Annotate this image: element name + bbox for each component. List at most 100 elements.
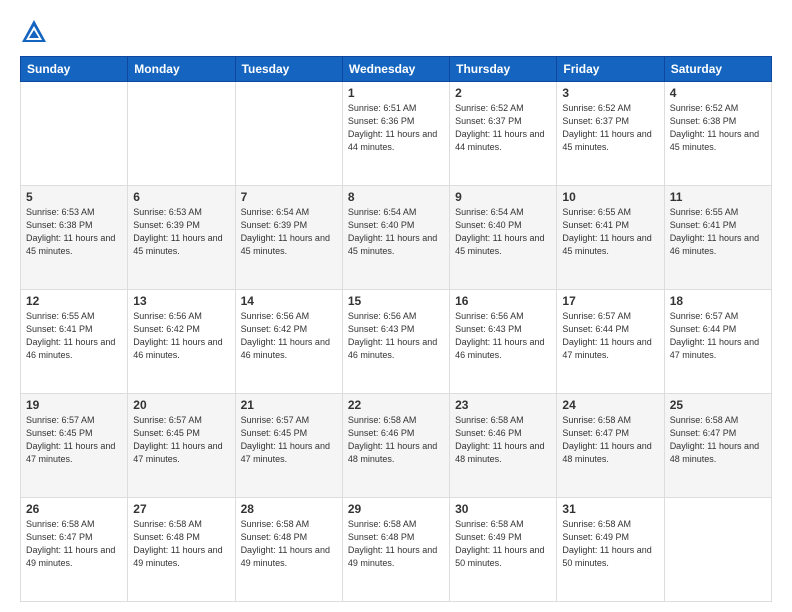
day-info: Sunrise: 6:55 AM Sunset: 6:41 PM Dayligh…	[562, 206, 658, 258]
calendar-cell: 16Sunrise: 6:56 AM Sunset: 6:43 PM Dayli…	[450, 290, 557, 394]
calendar-cell	[235, 82, 342, 186]
calendar-cell: 6 Sunrise: 6:53 AM Sunset: 6:39 PM Daylig…	[128, 186, 235, 290]
day-info: Sunrise: 6:53 AM Sunset: 6:38 PM Dayligh…	[26, 206, 122, 258]
calendar-cell: 29 Sunrise: 6:58 AM Sunset: 6:48 PM Dayli…	[342, 498, 449, 602]
calendar-cell: 15 Sunrise: 6:56 AM Sunset: 6:43 PM Dayli…	[342, 290, 449, 394]
day-number: 28	[241, 502, 337, 516]
weekday-header-sunday: Sunday	[21, 57, 128, 82]
calendar-cell: 8 Sunrise: 6:54 AM Sunset: 6:40 PM Daylig…	[342, 186, 449, 290]
day-number: 6	[133, 190, 229, 204]
week-row-4: 19 Sunrise: 6:57 AM Sunset: 6:45 PM Dayli…	[21, 394, 772, 498]
day-info: Sunrise: 6:58 AM Sunset: 6:49 PM Dayligh…	[562, 518, 658, 570]
day-info: Sunrise: 6:55 AM Sunset: 6:41 PM Dayligh…	[670, 206, 766, 258]
day-info: Sunrise: 6:57 AM Sunset: 6:45 PM Dayligh…	[133, 414, 229, 466]
calendar-cell: 11 Sunrise: 6:55 AM Sunset: 6:41 PM Dayli…	[664, 186, 771, 290]
day-info: Sunrise: 6:54 AM Sunset: 6:40 PM Dayligh…	[348, 206, 444, 258]
day-info: Sunrise: 6:58 AM Sunset: 6:49 PM Dayligh…	[455, 518, 551, 570]
day-info: Sunrise: 6:56 AM Sunset: 6:42 PM Dayligh…	[241, 310, 337, 362]
day-info: Sunrise: 6:52 AM Sunset: 6:37 PM Dayligh…	[562, 102, 658, 154]
day-info: Sunrise: 6:54 AM Sunset: 6:40 PM Dayligh…	[455, 206, 551, 258]
day-number: 2	[455, 86, 551, 100]
week-row-5: 26 Sunrise: 6:58 AM Sunset: 6:47 PM Dayli…	[21, 498, 772, 602]
day-info: Sunrise: 6:58 AM Sunset: 6:48 PM Dayligh…	[348, 518, 444, 570]
week-row-3: 12Sunrise: 6:55 AM Sunset: 6:41 PM Dayli…	[21, 290, 772, 394]
calendar-cell: 21Sunrise: 6:57 AM Sunset: 6:45 PM Dayli…	[235, 394, 342, 498]
calendar-cell: 17 Sunrise: 6:57 AM Sunset: 6:44 PM Dayli…	[557, 290, 664, 394]
weekday-header-thursday: Thursday	[450, 57, 557, 82]
day-number: 29	[348, 502, 444, 516]
day-info: Sunrise: 6:58 AM Sunset: 6:48 PM Dayligh…	[241, 518, 337, 570]
day-info: Sunrise: 6:57 AM Sunset: 6:44 PM Dayligh…	[562, 310, 658, 362]
calendar-cell: 20 Sunrise: 6:57 AM Sunset: 6:45 PM Dayli…	[128, 394, 235, 498]
calendar-cell: 28 Sunrise: 6:58 AM Sunset: 6:48 PM Dayli…	[235, 498, 342, 602]
day-info: Sunrise: 6:58 AM Sunset: 6:47 PM Dayligh…	[670, 414, 766, 466]
calendar-cell: 12Sunrise: 6:55 AM Sunset: 6:41 PM Dayli…	[21, 290, 128, 394]
day-info: Sunrise: 6:57 AM Sunset: 6:45 PM Dayligh…	[241, 414, 337, 466]
calendar-cell: 23Sunrise: 6:58 AM Sunset: 6:46 PM Dayli…	[450, 394, 557, 498]
day-number: 26	[26, 502, 122, 516]
day-info: Sunrise: 6:56 AM Sunset: 6:42 PM Dayligh…	[133, 310, 229, 362]
calendar-cell: 1 Sunrise: 6:51 AM Sunset: 6:36 PM Daylig…	[342, 82, 449, 186]
day-number: 8	[348, 190, 444, 204]
day-number: 19	[26, 398, 122, 412]
day-info: Sunrise: 6:51 AM Sunset: 6:36 PM Dayligh…	[348, 102, 444, 154]
calendar-cell: 3 Sunrise: 6:52 AM Sunset: 6:37 PM Daylig…	[557, 82, 664, 186]
day-info: Sunrise: 6:56 AM Sunset: 6:43 PM Dayligh…	[348, 310, 444, 362]
day-info: Sunrise: 6:57 AM Sunset: 6:44 PM Dayligh…	[670, 310, 766, 362]
day-number: 30	[455, 502, 551, 516]
day-info: Sunrise: 6:58 AM Sunset: 6:47 PM Dayligh…	[562, 414, 658, 466]
day-number: 1	[348, 86, 444, 100]
logo	[20, 18, 52, 46]
day-number: 11	[670, 190, 766, 204]
day-number: 3	[562, 86, 658, 100]
day-info: Sunrise: 6:58 AM Sunset: 6:47 PM Dayligh…	[26, 518, 122, 570]
calendar-cell: 10 Sunrise: 6:55 AM Sunset: 6:41 PM Dayli…	[557, 186, 664, 290]
day-info: Sunrise: 6:57 AM Sunset: 6:45 PM Dayligh…	[26, 414, 122, 466]
day-number: 14	[241, 294, 337, 308]
calendar-cell: 24Sunrise: 6:58 AM Sunset: 6:47 PM Dayli…	[557, 394, 664, 498]
day-info: Sunrise: 6:54 AM Sunset: 6:39 PM Dayligh…	[241, 206, 337, 258]
day-number: 4	[670, 86, 766, 100]
day-number: 27	[133, 502, 229, 516]
calendar-cell	[664, 498, 771, 602]
logo-icon	[20, 18, 48, 46]
day-info: Sunrise: 6:53 AM Sunset: 6:39 PM Dayligh…	[133, 206, 229, 258]
calendar-cell: 25Sunrise: 6:58 AM Sunset: 6:47 PM Dayli…	[664, 394, 771, 498]
weekday-header-tuesday: Tuesday	[235, 57, 342, 82]
calendar-cell: 5 Sunrise: 6:53 AM Sunset: 6:38 PM Daylig…	[21, 186, 128, 290]
day-number: 20	[133, 398, 229, 412]
week-row-2: 5 Sunrise: 6:53 AM Sunset: 6:38 PM Daylig…	[21, 186, 772, 290]
day-number: 10	[562, 190, 658, 204]
day-number: 9	[455, 190, 551, 204]
calendar-cell: 26 Sunrise: 6:58 AM Sunset: 6:47 PM Dayli…	[21, 498, 128, 602]
day-info: Sunrise: 6:52 AM Sunset: 6:38 PM Dayligh…	[670, 102, 766, 154]
day-number: 17	[562, 294, 658, 308]
weekday-header-saturday: Saturday	[664, 57, 771, 82]
day-info: Sunrise: 6:58 AM Sunset: 6:46 PM Dayligh…	[348, 414, 444, 466]
day-number: 31	[562, 502, 658, 516]
day-info: Sunrise: 6:55 AM Sunset: 6:41 PM Dayligh…	[26, 310, 122, 362]
week-row-1: 1 Sunrise: 6:51 AM Sunset: 6:36 PM Daylig…	[21, 82, 772, 186]
calendar-cell: 19 Sunrise: 6:57 AM Sunset: 6:45 PM Dayli…	[21, 394, 128, 498]
calendar-table: SundayMondayTuesdayWednesdayThursdayFrid…	[20, 56, 772, 602]
day-number: 13	[133, 294, 229, 308]
day-number: 16	[455, 294, 551, 308]
day-number: 15	[348, 294, 444, 308]
calendar-cell: 14 Sunrise: 6:56 AM Sunset: 6:42 PM Dayli…	[235, 290, 342, 394]
page: SundayMondayTuesdayWednesdayThursdayFrid…	[0, 0, 792, 612]
day-info: Sunrise: 6:52 AM Sunset: 6:37 PM Dayligh…	[455, 102, 551, 154]
calendar-cell: 9 Sunrise: 6:54 AM Sunset: 6:40 PM Daylig…	[450, 186, 557, 290]
weekday-header-friday: Friday	[557, 57, 664, 82]
day-number: 5	[26, 190, 122, 204]
calendar-cell: 31 Sunrise: 6:58 AM Sunset: 6:49 PM Dayli…	[557, 498, 664, 602]
calendar-cell: 27Sunrise: 6:58 AM Sunset: 6:48 PM Dayli…	[128, 498, 235, 602]
calendar-cell: 30 Sunrise: 6:58 AM Sunset: 6:49 PM Dayli…	[450, 498, 557, 602]
calendar-cell: 7Sunrise: 6:54 AM Sunset: 6:39 PM Daylig…	[235, 186, 342, 290]
weekday-header-wednesday: Wednesday	[342, 57, 449, 82]
day-info: Sunrise: 6:58 AM Sunset: 6:46 PM Dayligh…	[455, 414, 551, 466]
calendar-cell: 18Sunrise: 6:57 AM Sunset: 6:44 PM Dayli…	[664, 290, 771, 394]
calendar-cell: 2 Sunrise: 6:52 AM Sunset: 6:37 PM Daylig…	[450, 82, 557, 186]
day-number: 22	[348, 398, 444, 412]
calendar-cell	[21, 82, 128, 186]
calendar-cell: 13 Sunrise: 6:56 AM Sunset: 6:42 PM Dayli…	[128, 290, 235, 394]
